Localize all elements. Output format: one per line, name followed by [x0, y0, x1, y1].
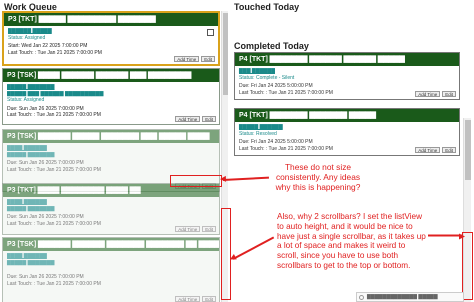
work-item-card[interactable]: P3 [TSK] ▇▇▇▇▇▇ ▇▇▇▇▇▇ ▇▇▇▇▇▇▇ ▇▇▇▇▇▇▇ ▇… — [2, 237, 220, 302]
completed-today-title: Completed Today — [234, 41, 309, 51]
card-checkbox[interactable] — [207, 29, 214, 36]
add-time-button[interactable]: Add Time — [415, 91, 441, 97]
status-icon — [359, 295, 364, 300]
work-queue-list[interactable]: P3 [TKT] ▇▇▇▇▇ ▇▇▇▇▇▇▇▇▇ ▇▇▇▇▇▇▇ ▇▇▇▇▇▇ … — [2, 11, 220, 302]
add-time-button[interactable]: Add Time — [175, 116, 201, 122]
edit-button[interactable]: Edit — [202, 226, 216, 232]
add-time-button[interactable]: Add Time — [175, 226, 201, 232]
annotation-arrow — [222, 176, 269, 181]
scrollbar-thumb[interactable] — [465, 120, 471, 180]
edit-button[interactable]: Edit — [442, 147, 456, 153]
edit-button[interactable]: Edit — [201, 56, 215, 62]
add-time-button[interactable]: Add Time — [174, 56, 200, 62]
annotation-highlight-scrollbar-right — [462, 232, 473, 300]
card-status: Status: Resolved — [239, 130, 277, 137]
card-status: Status: Complete - Silent — [239, 74, 295, 81]
toast-text: ▇▇▇▇▇▇▇▇▇▇▇▇▇ ▇▇▇▇▇ — [367, 294, 438, 300]
card-status: ▇▇▇▇▇ ▇▇▇▇▇▇▇ — [7, 151, 55, 158]
annotation-arrow — [232, 236, 274, 260]
work-item-card[interactable]: P3 [TSK] ▇▇▇▇ ▇▇▇▇▇▇ ▇▇▇▇▇▇ ▇▇▇ ▇▇▇▇▇▇▇▇… — [2, 68, 220, 125]
edit-button[interactable]: Edit — [202, 296, 216, 302]
add-time-button[interactable]: Add Time — [175, 296, 201, 302]
card-header: P3 [TSK] ▇▇▇▇ ▇▇▇▇▇▇ ▇▇▇▇▇▇ ▇▇▇ ▇▇▇▇▇▇▇▇ — [3, 69, 219, 82]
add-time-button[interactable]: Add Time — [415, 147, 441, 153]
card-last-touch: Last Touch: : Tue Jan 21 2025 7:00:00 PM — [7, 280, 101, 287]
card-last-touch: Last Touch: : Tue Jan 21 2025 7:00:00 PM — [7, 166, 101, 173]
card-header: P4 [TKT] ▇▇▇▇▇▇▇ ▇▇▇▇▇▇ ▇▇▇▇▇▇ ▇▇▇▇▇ — [235, 53, 459, 66]
card-status: Status: Assigned — [8, 34, 46, 41]
card-status: ▇▇▇▇▇ ▇▇▇▇▇▇▇ — [7, 259, 55, 266]
card-header: P3 [TKT] ▇▇▇▇▇ ▇▇▇▇▇▇▇▇▇ ▇▇▇▇▇▇▇ — [4, 13, 218, 26]
scrollbar-thumb[interactable] — [223, 13, 228, 95]
annotation-highlight-spacing — [170, 175, 222, 187]
card-header: P3 [TSK] ▇▇▇▇▇▇ ▇▇▇▇▇ ▇▇▇▇▇▇▇ ▇▇▇ ▇▇▇▇▇ … — [3, 130, 219, 143]
card-status: Status: Assigned — [7, 97, 45, 103]
work-item-card[interactable]: P3 [TKT] ▇▇▇▇▇ ▇▇▇▇▇▇▇▇▇ ▇▇▇▇▇▇▇ ▇▇▇▇▇▇ … — [2, 11, 220, 66]
annotation-text-scrollbars: Also, why 2 scrollbars? I set the listVi… — [277, 212, 426, 270]
card-header: P4 [TKT] ▇▇▇▇▇▇▇ ▇▇▇▇▇▇▇ ▇▇▇▇▇ — [235, 109, 459, 122]
edit-button[interactable]: Edit — [202, 116, 216, 122]
touched-today-title: Touched Today — [234, 2, 300, 12]
annotation-highlight-scrollbar-left — [221, 208, 231, 300]
annotation-arrow — [428, 235, 462, 237]
annotation-text-size: These do not size consistently. Any idea… — [275, 162, 361, 192]
card-header: P3 [TSK] ▇▇▇▇▇▇ ▇▇▇▇▇▇ ▇▇▇▇▇▇▇ ▇▇▇▇▇▇▇ ▇… — [3, 238, 219, 251]
card-status: ▇▇▇▇▇ ▇▇▇▇▇▇▇ — [7, 205, 55, 212]
completed-item-card[interactable]: P4 [TKT] ▇▇▇▇▇▇▇ ▇▇▇▇▇▇ ▇▇▇▇▇▇ ▇▇▇▇▇ ▇▇▇… — [234, 52, 460, 100]
work-item-card[interactable]: P3 [TKT] ▇▇▇▇ ▇▇▇▇▇▇▇▇ ▇▇▇▇ ▇▇ ▇▇▇▇ ▇▇▇▇… — [2, 183, 220, 235]
edit-button[interactable]: Edit — [442, 91, 456, 97]
completed-item-card[interactable]: P4 [TKT] ▇▇▇▇▇▇▇ ▇▇▇▇▇▇▇ ▇▇▇▇▇ ▇▇▇▇▇ ▇▇▇… — [234, 108, 460, 156]
status-toast: ▇▇▇▇▇▇▇▇▇▇▇▇▇ ▇▇▇▇▇ — [356, 292, 464, 302]
